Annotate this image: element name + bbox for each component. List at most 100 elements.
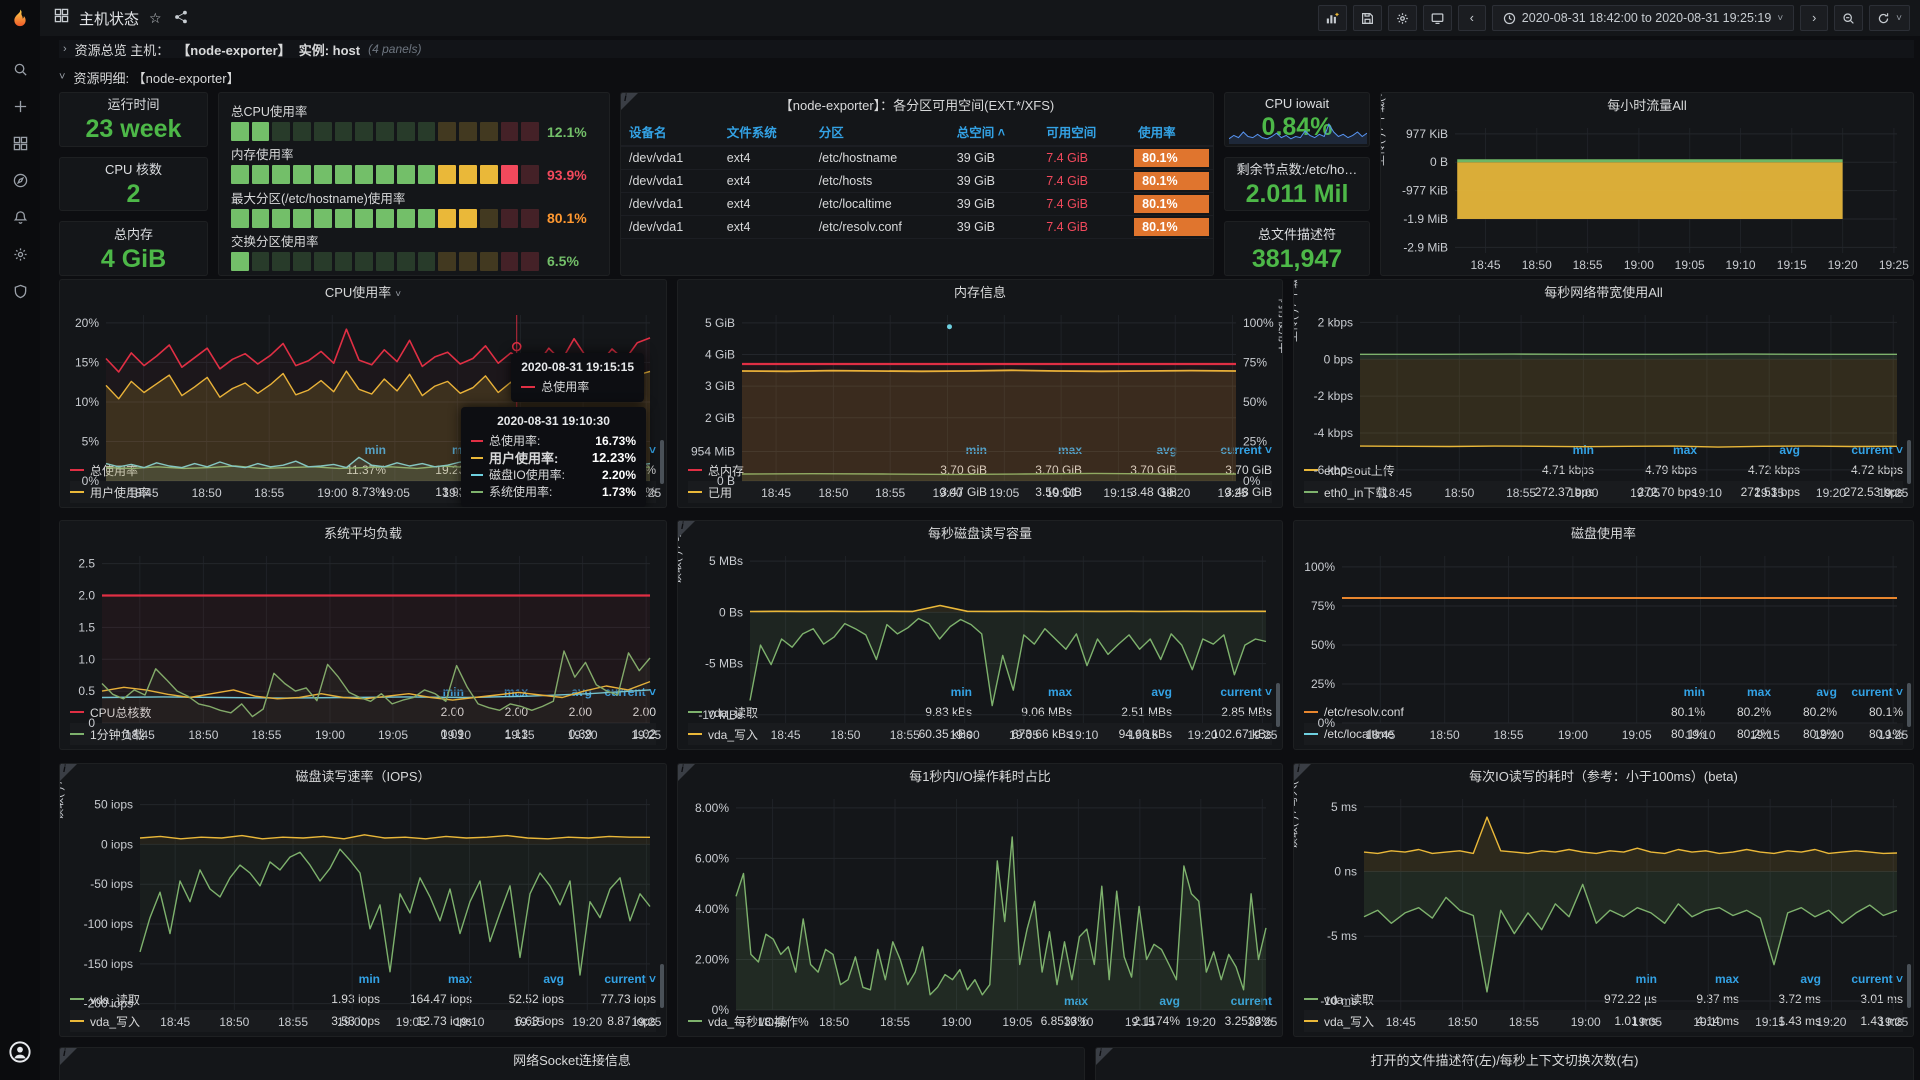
add-icon[interactable] bbox=[13, 99, 28, 119]
chevron-down-icon: ˅ bbox=[1777, 13, 1783, 24]
stat-value: 4 GiB bbox=[101, 245, 166, 274]
svg-text:977 KiB: 977 KiB bbox=[1406, 127, 1448, 141]
legend-scrollbar[interactable] bbox=[1276, 683, 1280, 727]
row-overview-collapsed[interactable]: › 资源总览 主机： 【node-exporter】 实例: host (4 p… bbox=[59, 40, 1914, 58]
star-icon[interactable]: ☆ bbox=[149, 10, 162, 27]
tooltip-row: 系统使用率:1.73% bbox=[471, 483, 636, 500]
time-range-picker[interactable]: 2020-08-31 18:42:00 to 2020-08-31 19:25:… bbox=[1492, 5, 1794, 31]
chart-plot[interactable]: 18:4518:5018:5519:0019:0519:1019:1519:20… bbox=[678, 305, 1282, 441]
svg-text:19:05: 19:05 bbox=[396, 1015, 426, 1029]
legend-scrollbar[interactable] bbox=[1907, 440, 1911, 484]
svg-text:3 GiB: 3 GiB bbox=[705, 379, 735, 393]
tv-mode-button[interactable] bbox=[1423, 5, 1452, 31]
time-forward-button[interactable]: › bbox=[1800, 5, 1828, 31]
stat-label: 总内存 bbox=[114, 224, 153, 243]
panel-total-memory[interactable]: 总内存 4 GiB bbox=[59, 221, 208, 276]
panel-file-descriptors[interactable]: 总文件描述符 381,947 bbox=[1224, 221, 1370, 276]
chart-plot[interactable]: 18:4518:5018:5519:0019:0519:1019:1519:20… bbox=[1381, 118, 1913, 275]
svg-text:-150 iops: -150 iops bbox=[84, 957, 133, 971]
dashboards-icon[interactable] bbox=[13, 136, 28, 156]
row-detail-header[interactable]: ˅ 资源明细: 【node-exporter】 bbox=[59, 66, 1914, 88]
svg-text:19:00: 19:00 bbox=[950, 728, 980, 742]
table-cell: /etc/resolv.conf bbox=[811, 216, 949, 239]
svg-text:18:45: 18:45 bbox=[758, 1015, 788, 1029]
legend-scrollbar[interactable] bbox=[1907, 964, 1911, 1008]
share-icon[interactable] bbox=[174, 10, 188, 27]
dashboard-title[interactable]: 主机状态 bbox=[79, 8, 139, 29]
info-corner-icon[interactable]: i bbox=[1096, 1048, 1113, 1065]
svg-text:19:10: 19:10 bbox=[1693, 1015, 1723, 1029]
svg-text:19:15: 19:15 bbox=[1754, 486, 1784, 500]
table-header-1[interactable]: 文件系统 bbox=[719, 118, 811, 146]
panel-title[interactable]: 网络Socket连接信息 bbox=[60, 1048, 1084, 1073]
svg-text:19:05: 19:05 bbox=[989, 486, 1019, 500]
zoom-out-button[interactable] bbox=[1834, 5, 1863, 31]
svg-text:19:25: 19:25 bbox=[1247, 1015, 1277, 1029]
stat-label: 剩余节点数:/etc/ho… bbox=[1237, 159, 1358, 178]
info-corner-icon[interactable]: i bbox=[678, 764, 695, 781]
panel-free-nodes[interactable]: 剩余节点数:/etc/ho… 2.011 Mil bbox=[1224, 157, 1370, 212]
time-back-button[interactable]: ‹ bbox=[1458, 5, 1486, 31]
table-header-3[interactable]: 总空间 ˄ bbox=[949, 118, 1039, 146]
user-avatar-icon[interactable] bbox=[9, 1041, 31, 1068]
chart-plot[interactable]: 18:4518:5018:5519:0019:0519:1019:1519:20… bbox=[1294, 546, 1913, 683]
panel-title[interactable]: 每次IO读写的耗时（参考：小于100ms）(beta) bbox=[1294, 764, 1913, 789]
top-nav: 主机状态 ☆ ‹ 2020-08-31 18:42:00 to 2020-08-… bbox=[40, 0, 1920, 36]
lcd-gauge: 内存使用率93.9% bbox=[231, 144, 599, 184]
table-header-5[interactable]: 使用率 bbox=[1130, 118, 1213, 146]
svg-text:19:15: 19:15 bbox=[1125, 1015, 1155, 1029]
grafana-logo-icon[interactable] bbox=[7, 8, 33, 34]
panel-title[interactable]: 内存信息 bbox=[678, 280, 1282, 305]
panel-title[interactable]: CPU使用率˅ bbox=[60, 280, 666, 305]
svg-text:18:50: 18:50 bbox=[192, 486, 222, 500]
panel-title[interactable]: 每1秒内I/O操作耗时占比 bbox=[678, 764, 1282, 789]
legend-scrollbar[interactable] bbox=[660, 964, 664, 1008]
add-panel-button[interactable] bbox=[1318, 5, 1347, 31]
table-header-4[interactable]: 可用空间 bbox=[1038, 118, 1130, 146]
chart-plot[interactable]: 18:4518:5018:5519:0019:0519:1019:1519:20… bbox=[1294, 305, 1913, 441]
server-admin-shield-icon[interactable] bbox=[13, 284, 28, 304]
chart-plot[interactable]: 18:4518:5018:5519:0019:0519:1019:1519:20… bbox=[1294, 789, 1913, 970]
panel-title[interactable]: 【node-exporter】：各分区可用空间(EXT.*/XFS) bbox=[621, 93, 1213, 118]
explore-compass-icon[interactable] bbox=[13, 173, 28, 193]
table-cell: 7.4 GiB bbox=[1038, 216, 1130, 239]
info-corner-icon[interactable]: i bbox=[60, 764, 77, 781]
info-corner-icon[interactable]: i bbox=[621, 93, 638, 110]
chart-plot[interactable]: 18:4518:5018:5519:0019:0519:1019:1519:20… bbox=[60, 789, 666, 970]
panel-uptime[interactable]: 运行时间 23 week bbox=[59, 92, 208, 147]
table-header-0[interactable]: 设备名 bbox=[621, 118, 719, 146]
info-corner-icon[interactable]: i bbox=[678, 521, 695, 538]
panel-title[interactable]: 每秒网络带宽使用All bbox=[1294, 280, 1913, 305]
svg-text:19:25: 19:25 bbox=[1878, 486, 1908, 500]
legend-scrollbar[interactable] bbox=[1907, 683, 1911, 727]
alerting-bell-icon[interactable] bbox=[13, 210, 28, 230]
panel-title[interactable]: 每小时流量All bbox=[1381, 93, 1913, 118]
info-corner-icon[interactable]: i bbox=[60, 1048, 77, 1065]
table-cell: 39 GiB bbox=[949, 170, 1039, 193]
panel-title[interactable]: 磁盘使用率 bbox=[1294, 521, 1913, 546]
info-corner-icon[interactable]: i bbox=[1294, 764, 1311, 781]
chart-plot[interactable]: 18:4518:5018:5519:0019:0519:1019:1519:20… bbox=[678, 789, 1282, 992]
legend-scrollbar[interactable] bbox=[660, 440, 664, 484]
svg-text:18:55: 18:55 bbox=[1506, 486, 1536, 500]
panel-title[interactable]: 系统平均负载 bbox=[60, 521, 666, 546]
dashboard-settings-button[interactable] bbox=[1388, 5, 1417, 31]
svg-text:0 iops: 0 iops bbox=[101, 837, 133, 851]
svg-text:0%: 0% bbox=[1243, 474, 1261, 488]
svg-text:10%: 10% bbox=[75, 395, 99, 409]
configuration-gear-icon[interactable] bbox=[13, 247, 28, 267]
chart-plot[interactable]: 2020-08-31 19:15:15 总使用率 2020-08-31 19:1… bbox=[60, 305, 666, 441]
svg-text:19:10: 19:10 bbox=[1063, 1015, 1093, 1029]
search-icon[interactable] bbox=[13, 62, 28, 82]
chart-plot[interactable]: 18:4518:5018:5519:0019:0519:1019:1519:20… bbox=[678, 546, 1282, 683]
table-header-2[interactable]: 分区 bbox=[811, 118, 949, 146]
save-dashboard-button[interactable] bbox=[1353, 5, 1382, 31]
svg-text:4 GiB: 4 GiB bbox=[705, 348, 735, 362]
refresh-button[interactable]: ˅ bbox=[1869, 5, 1910, 31]
panel-cpu-iowait[interactable]: CPU iowait 0.84% bbox=[1224, 92, 1370, 147]
panel-title[interactable]: 打开的文件描述符(左)/每秒上下文切换次数(右) bbox=[1096, 1048, 1913, 1073]
panel-title[interactable]: 每秒磁盘读写容量 bbox=[678, 521, 1282, 546]
chart-plot[interactable]: 18:4518:5018:5519:0019:0519:1019:1519:20… bbox=[60, 546, 666, 683]
panel-cpu-cores[interactable]: CPU 核数 2 bbox=[59, 157, 208, 212]
panel-title[interactable]: 磁盘读写速率（IOPS） bbox=[60, 764, 666, 789]
